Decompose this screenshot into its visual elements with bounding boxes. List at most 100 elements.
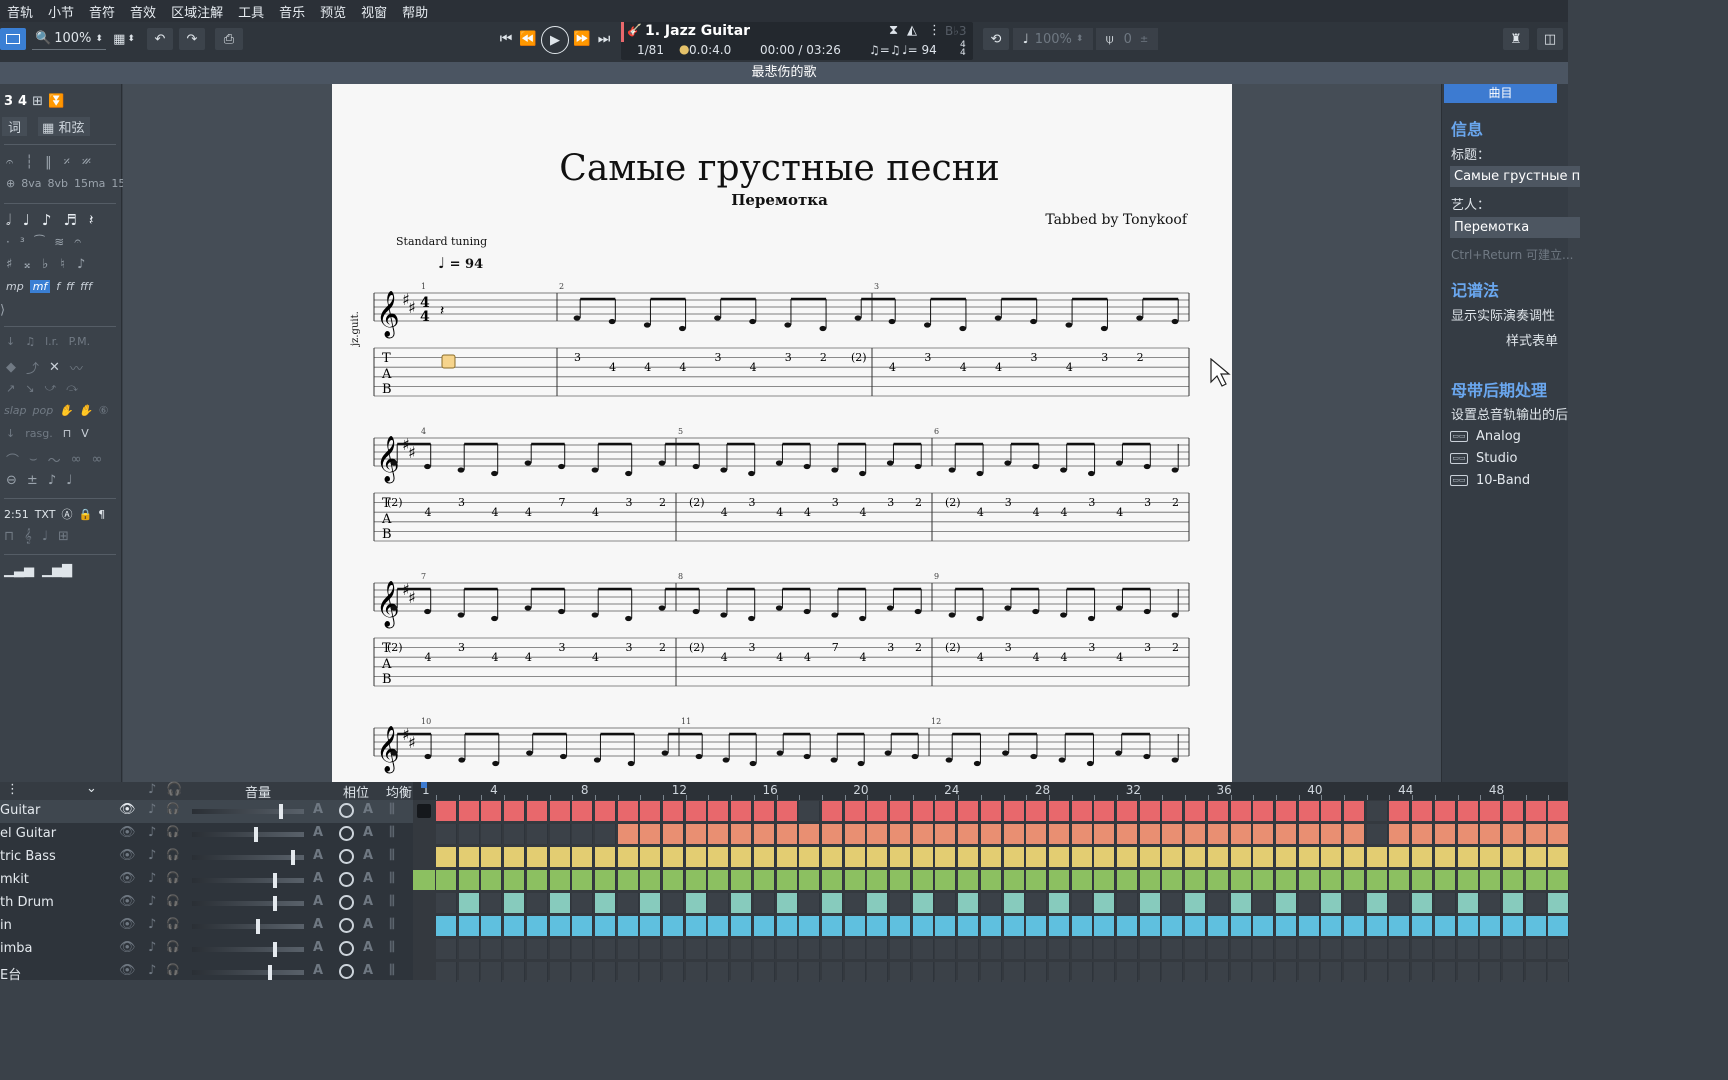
bar-cell[interactable]: [1298, 870, 1320, 890]
bar-cell[interactable]: [1321, 916, 1343, 936]
bar-cell[interactable]: [821, 801, 843, 821]
bar-cell[interactable]: [1548, 824, 1570, 844]
note-head[interactable]: [720, 612, 728, 618]
bar-cell[interactable]: [821, 893, 843, 913]
bar-cell[interactable]: [1048, 962, 1070, 982]
bar-cell[interactable]: [844, 893, 866, 913]
bar-cell[interactable]: [458, 870, 480, 890]
note-head[interactable]: [492, 760, 500, 767]
note-head[interactable]: [1143, 608, 1151, 615]
bar-cell[interactable]: [572, 870, 594, 890]
bar-cell[interactable]: [980, 939, 1002, 959]
bar-cell[interactable]: [1003, 801, 1025, 821]
tab-fret-number[interactable]: 7: [559, 496, 566, 509]
bar-cell[interactable]: [776, 870, 798, 890]
bar-cell[interactable]: [708, 847, 730, 867]
note-head[interactable]: [573, 315, 581, 321]
rewind-button[interactable]: ⏪: [517, 28, 539, 50]
bar-cell[interactable]: [799, 824, 821, 844]
first-bar-marker[interactable]: [413, 870, 435, 890]
note-head[interactable]: [722, 757, 730, 763]
tab-fret-number[interactable]: 3: [749, 641, 756, 654]
solo-headphones-icon[interactable]: 🎧: [166, 871, 180, 884]
bar-cell[interactable]: [958, 870, 980, 890]
bar-cell[interactable]: [1525, 916, 1547, 936]
solo-headphones-icon[interactable]: 🎧: [166, 940, 180, 953]
tab-fret-number[interactable]: 3: [749, 496, 756, 509]
bar-cell[interactable]: [1548, 916, 1570, 936]
bar-cell[interactable]: [821, 847, 843, 867]
bar-cell[interactable]: [1321, 801, 1343, 821]
sixteenth-note-icon[interactable]: ♬: [63, 211, 76, 229]
quarter-note-icon[interactable]: ♩: [23, 211, 30, 229]
bar-cell[interactable]: [685, 847, 707, 867]
note-head[interactable]: [1032, 608, 1040, 615]
natural-icon[interactable]: ♮: [60, 257, 65, 272]
bar-cell[interactable]: [1026, 801, 1048, 821]
note-head[interactable]: [720, 467, 728, 473]
tab-song[interactable]: 曲目: [1444, 84, 1557, 103]
bar-cell[interactable]: [799, 847, 821, 867]
direction-icon[interactable]: 𝄞: [24, 529, 32, 544]
pan-automation-icon[interactable]: A: [363, 871, 373, 886]
automation-icon[interactable]: A: [313, 825, 323, 840]
slide-icon[interactable]: ↓: [6, 335, 15, 348]
bar-cell[interactable]: [663, 847, 684, 867]
note-head[interactable]: [678, 325, 686, 332]
concert-pitch-option[interactable]: 显示实际演奏调性: [1451, 305, 1555, 324]
bar-cell[interactable]: [1185, 847, 1207, 867]
bar-cell[interactable]: [1434, 824, 1456, 844]
bar-cell[interactable]: [1389, 893, 1411, 913]
bar-cell[interactable]: [1457, 824, 1479, 844]
bar-cell[interactable]: [1480, 870, 1502, 890]
menu-item-2[interactable]: 音符: [82, 2, 123, 21]
tab-fret-number[interactable]: 3: [785, 351, 792, 364]
staccato-icon[interactable]: ♩: [66, 473, 72, 488]
volume-slider[interactable]: [192, 809, 304, 814]
bar-cell[interactable]: [1525, 801, 1547, 821]
bar-cell[interactable]: [1298, 962, 1320, 982]
bar-cell[interactable]: [640, 801, 662, 821]
bar-cell[interactable]: [890, 893, 911, 913]
bar-cell[interactable]: [685, 939, 707, 959]
bar-cell[interactable]: [958, 939, 980, 959]
note-head[interactable]: [748, 470, 755, 477]
bar-cell[interactable]: [1139, 870, 1161, 890]
track-row[interactable]: th Drum 👁 ♪ 🎧 A A ⫼: [0, 892, 413, 915]
bar-cell[interactable]: [458, 893, 480, 913]
bar-cell[interactable]: [799, 962, 821, 982]
tab-fret-number[interactable]: 2: [915, 496, 922, 509]
bar-cell[interactable]: [799, 870, 821, 890]
pan-knob-icon[interactable]: [339, 872, 354, 887]
bar-cell[interactable]: [1162, 893, 1184, 913]
edit-cursor[interactable]: [441, 354, 456, 369]
first-bar-marker[interactable]: [417, 804, 431, 818]
tie-icon[interactable]: ⁀: [35, 235, 45, 249]
bar-cell[interactable]: [617, 962, 639, 982]
timer-button[interactable]: 2:51: [4, 508, 29, 521]
tremolo-icon[interactable]: ≋: [54, 235, 64, 249]
tab-fret-number[interactable]: 4: [592, 506, 599, 519]
bar-cell[interactable]: [1117, 824, 1138, 844]
bar-cell[interactable]: [1275, 870, 1297, 890]
bar-cell[interactable]: [458, 916, 480, 936]
bar-cell[interactable]: [1457, 962, 1479, 982]
tab-fret-number[interactable]: 4: [977, 651, 984, 664]
bar-cell[interactable]: [1230, 916, 1252, 936]
note-head[interactable]: [948, 467, 956, 473]
bar-cell[interactable]: [844, 847, 866, 867]
track-name[interactable]: in: [0, 918, 12, 933]
tab-fret-number[interactable]: 4: [750, 361, 757, 374]
bar-cell[interactable]: [890, 962, 911, 982]
note-head[interactable]: [1171, 318, 1179, 325]
bar-cell[interactable]: [980, 870, 1002, 890]
bar-line-icon[interactable]: ┆: [25, 155, 33, 170]
bar-cell[interactable]: [1275, 939, 1297, 959]
bar-cell[interactable]: [640, 939, 662, 959]
bar-cell[interactable]: [890, 801, 911, 821]
bar-cell[interactable]: [1071, 847, 1093, 867]
bar-cell[interactable]: [1048, 893, 1070, 913]
arpeggio-icon[interactable]: ↓: [6, 427, 15, 440]
bar-cell[interactable]: [1502, 893, 1524, 913]
bar-cell[interactable]: [1117, 916, 1138, 936]
